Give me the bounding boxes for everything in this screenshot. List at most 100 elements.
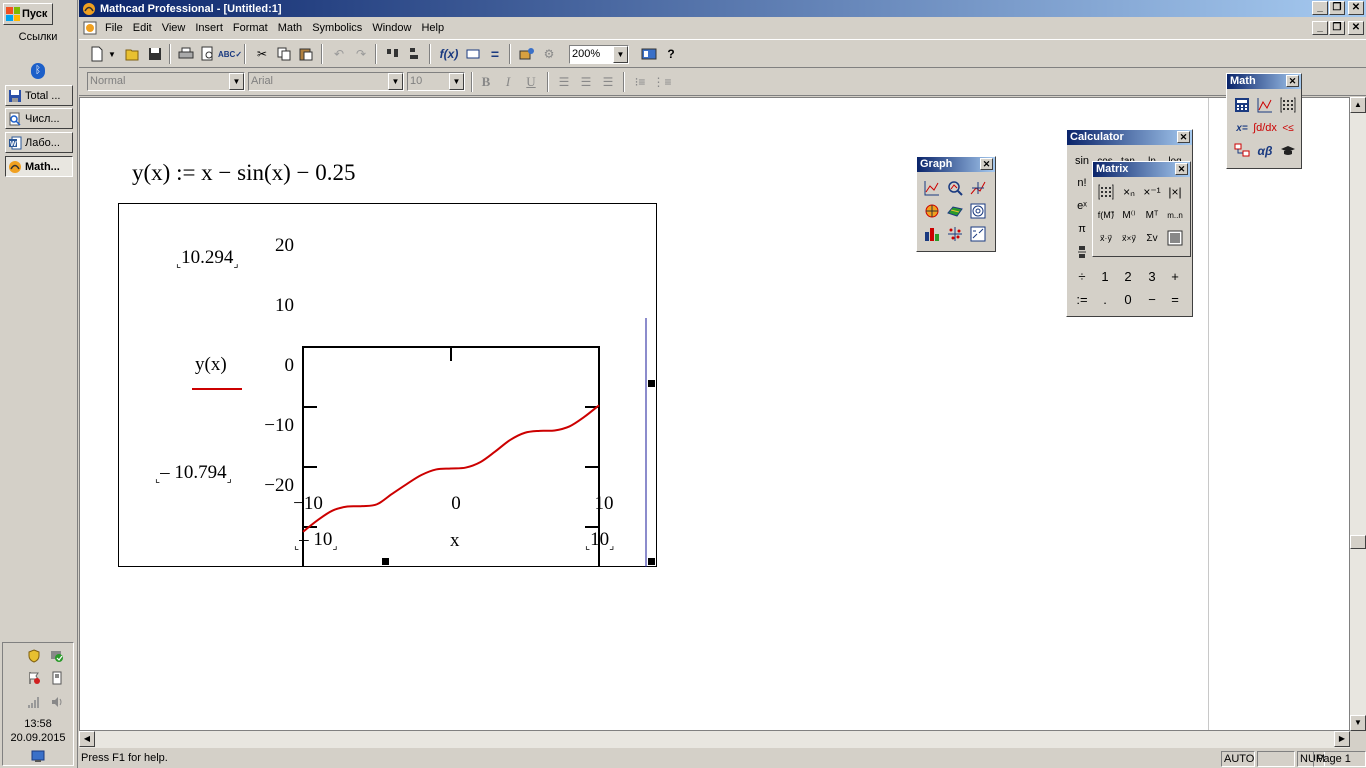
font-select[interactable]: Arial ▼	[248, 72, 404, 91]
zoom-icon[interactable]	[945, 178, 965, 198]
resize-handle-bottom[interactable]	[382, 558, 389, 565]
print-preview-icon[interactable]	[198, 44, 218, 64]
x-lower-limit[interactable]: ⌞– 10⌟	[294, 529, 338, 552]
doc-close-button[interactable]: ✕	[1348, 21, 1364, 35]
undo-icon[interactable]: ↶	[329, 44, 349, 64]
cut-icon[interactable]: ✂	[252, 44, 272, 64]
paste-icon[interactable]	[296, 44, 316, 64]
menu-math[interactable]: Math	[273, 22, 307, 34]
network-signal-icon[interactable]	[27, 695, 41, 709]
menu-window[interactable]: Window	[367, 22, 416, 34]
resource-center-icon[interactable]	[639, 44, 659, 64]
open-icon[interactable]	[123, 44, 143, 64]
doc-restore-button[interactable]: ❐	[1329, 21, 1345, 35]
horizontal-scrollbar[interactable]: ◀ ▶	[79, 731, 1350, 748]
scatter-plot-3d-icon[interactable]	[945, 224, 965, 244]
calc-minus-button[interactable]: −	[1142, 289, 1162, 309]
programming-toolbar-icon[interactable]	[1232, 141, 1252, 161]
bold-button[interactable]: B	[476, 72, 496, 92]
taskbar-item-mathcad[interactable]: Math...	[5, 156, 73, 177]
save-icon[interactable]	[145, 44, 165, 64]
speaker-icon[interactable]	[50, 695, 64, 709]
menu-view[interactable]: View	[157, 22, 191, 34]
matrix-palette-title[interactable]: Matrix ✕	[1093, 162, 1190, 177]
insert-function-icon[interactable]: f(x)	[439, 44, 459, 64]
calculate-icon[interactable]: =	[485, 44, 505, 64]
transpose-icon[interactable]: Mᵀ	[1142, 205, 1162, 225]
shield-icon[interactable]	[27, 649, 41, 663]
minimize-button[interactable]: _	[1312, 1, 1328, 15]
calc-sin-button[interactable]: sin	[1072, 151, 1092, 171]
show-desktop-icon[interactable]	[31, 749, 45, 763]
close-icon[interactable]: ✕	[1177, 131, 1190, 143]
close-icon[interactable]: ✕	[1286, 75, 1299, 87]
bar-plot-3d-icon[interactable]	[922, 224, 942, 244]
menu-edit[interactable]: Edit	[128, 22, 157, 34]
align-left-icon[interactable]: ☰	[554, 72, 574, 92]
calc-1-button[interactable]: 1	[1095, 266, 1115, 286]
scroll-thumb[interactable]	[1350, 535, 1366, 549]
chevron-down-icon[interactable]: ▼	[613, 46, 628, 63]
subscript-icon[interactable]: ×ₙ	[1119, 182, 1139, 202]
scroll-down-icon[interactable]: ▼	[1350, 715, 1366, 731]
math-palette-title[interactable]: Math ✕	[1227, 74, 1301, 89]
evaluation-toolbar-icon[interactable]: x=	[1232, 118, 1252, 138]
surface-plot-icon[interactable]	[945, 201, 965, 221]
vector-sum-icon[interactable]: Σv	[1142, 228, 1162, 248]
chevron-down-icon[interactable]: ▼	[449, 73, 464, 90]
cross-product-icon[interactable]: x⃗×y⃗	[1119, 228, 1139, 248]
start-button[interactable]: Пуск	[3, 3, 53, 25]
close-button[interactable]: ✕	[1348, 1, 1364, 15]
vectorize-icon[interactable]: f(M)⃗	[1096, 205, 1116, 225]
italic-button[interactable]: I	[498, 72, 518, 92]
graph-palette-title[interactable]: Graph ✕	[917, 157, 995, 172]
zoom-select[interactable]: 200% ▼	[569, 45, 629, 64]
calc-factorial-button[interactable]: n!	[1072, 173, 1092, 193]
bluetooth-icon[interactable]: ᛒ	[31, 63, 45, 79]
resource-center-gear-icon[interactable]: ⚙	[539, 44, 559, 64]
calc-pi-button[interactable]: π	[1072, 219, 1092, 239]
symbolic-toolbar-icon[interactable]	[1278, 141, 1298, 161]
close-icon[interactable]: ✕	[1175, 163, 1188, 175]
security-check-icon[interactable]	[50, 649, 64, 663]
spellcheck-icon[interactable]: ABC✓	[218, 44, 242, 64]
vertical-scrollbar[interactable]: ▲ ▼	[1350, 97, 1366, 731]
clock[interactable]: 13:58	[3, 718, 73, 730]
restore-button[interactable]: ❐	[1329, 1, 1345, 15]
resize-handle-right[interactable]	[648, 380, 655, 387]
column-icon[interactable]: M⁽⁾	[1119, 205, 1139, 225]
menu-insert[interactable]: Insert	[190, 22, 228, 34]
calculator-palette-title[interactable]: Calculator ✕	[1067, 130, 1192, 145]
align-center-icon[interactable]: ☰	[576, 72, 596, 92]
menu-file[interactable]: File	[100, 22, 128, 34]
scroll-left-icon[interactable]: ◀	[79, 731, 95, 747]
xy-plot-icon[interactable]	[922, 178, 942, 198]
chevron-down-icon[interactable]: ▼	[388, 73, 403, 90]
taskbar-item-numeric[interactable]: Числ...	[5, 108, 73, 129]
x-upper-limit[interactable]: ⌞10⌟	[585, 529, 614, 552]
calc-equals-button[interactable]: =	[1165, 289, 1185, 309]
align-down-icon[interactable]	[405, 44, 425, 64]
insert-unit-icon[interactable]	[463, 44, 483, 64]
device-icon[interactable]	[50, 671, 64, 685]
picture-icon[interactable]	[1165, 228, 1185, 248]
determinant-icon[interactable]: |×|	[1165, 182, 1185, 202]
vector-field-icon[interactable]	[968, 224, 988, 244]
title-bar[interactable]: Mathcad Professional - [Untitled:1] _ ❐ …	[79, 0, 1366, 17]
calc-plus-button[interactable]: +	[1165, 266, 1185, 286]
bullets-icon[interactable]: ⁝≡	[630, 72, 650, 92]
calc-3-button[interactable]: 3	[1142, 266, 1162, 286]
matrix-palette[interactable]: Matrix ✕ ×ₙ ×⁻¹ |×| f(M)⃗ M⁽⁾ Mᵀ m..n x⃗·…	[1092, 161, 1191, 257]
contour-plot-icon[interactable]	[968, 201, 988, 221]
chevron-down-icon[interactable]: ▼	[229, 73, 244, 90]
calc-exp-button[interactable]: eˣ	[1072, 196, 1092, 216]
print-icon[interactable]	[176, 44, 196, 64]
font-size-select[interactable]: 10 ▼	[407, 72, 465, 91]
y-upper-limit[interactable]: ⌞10.294⌟	[176, 247, 239, 270]
copy-icon[interactable]	[274, 44, 294, 64]
help-icon[interactable]: ?	[661, 44, 681, 64]
insert-matrix-icon[interactable]	[1096, 182, 1116, 202]
x-axis-variable[interactable]: x	[450, 530, 460, 552]
scroll-right-icon[interactable]: ▶	[1334, 731, 1350, 747]
y-lower-limit[interactable]: ⌞– 10.794⌟	[155, 462, 232, 485]
